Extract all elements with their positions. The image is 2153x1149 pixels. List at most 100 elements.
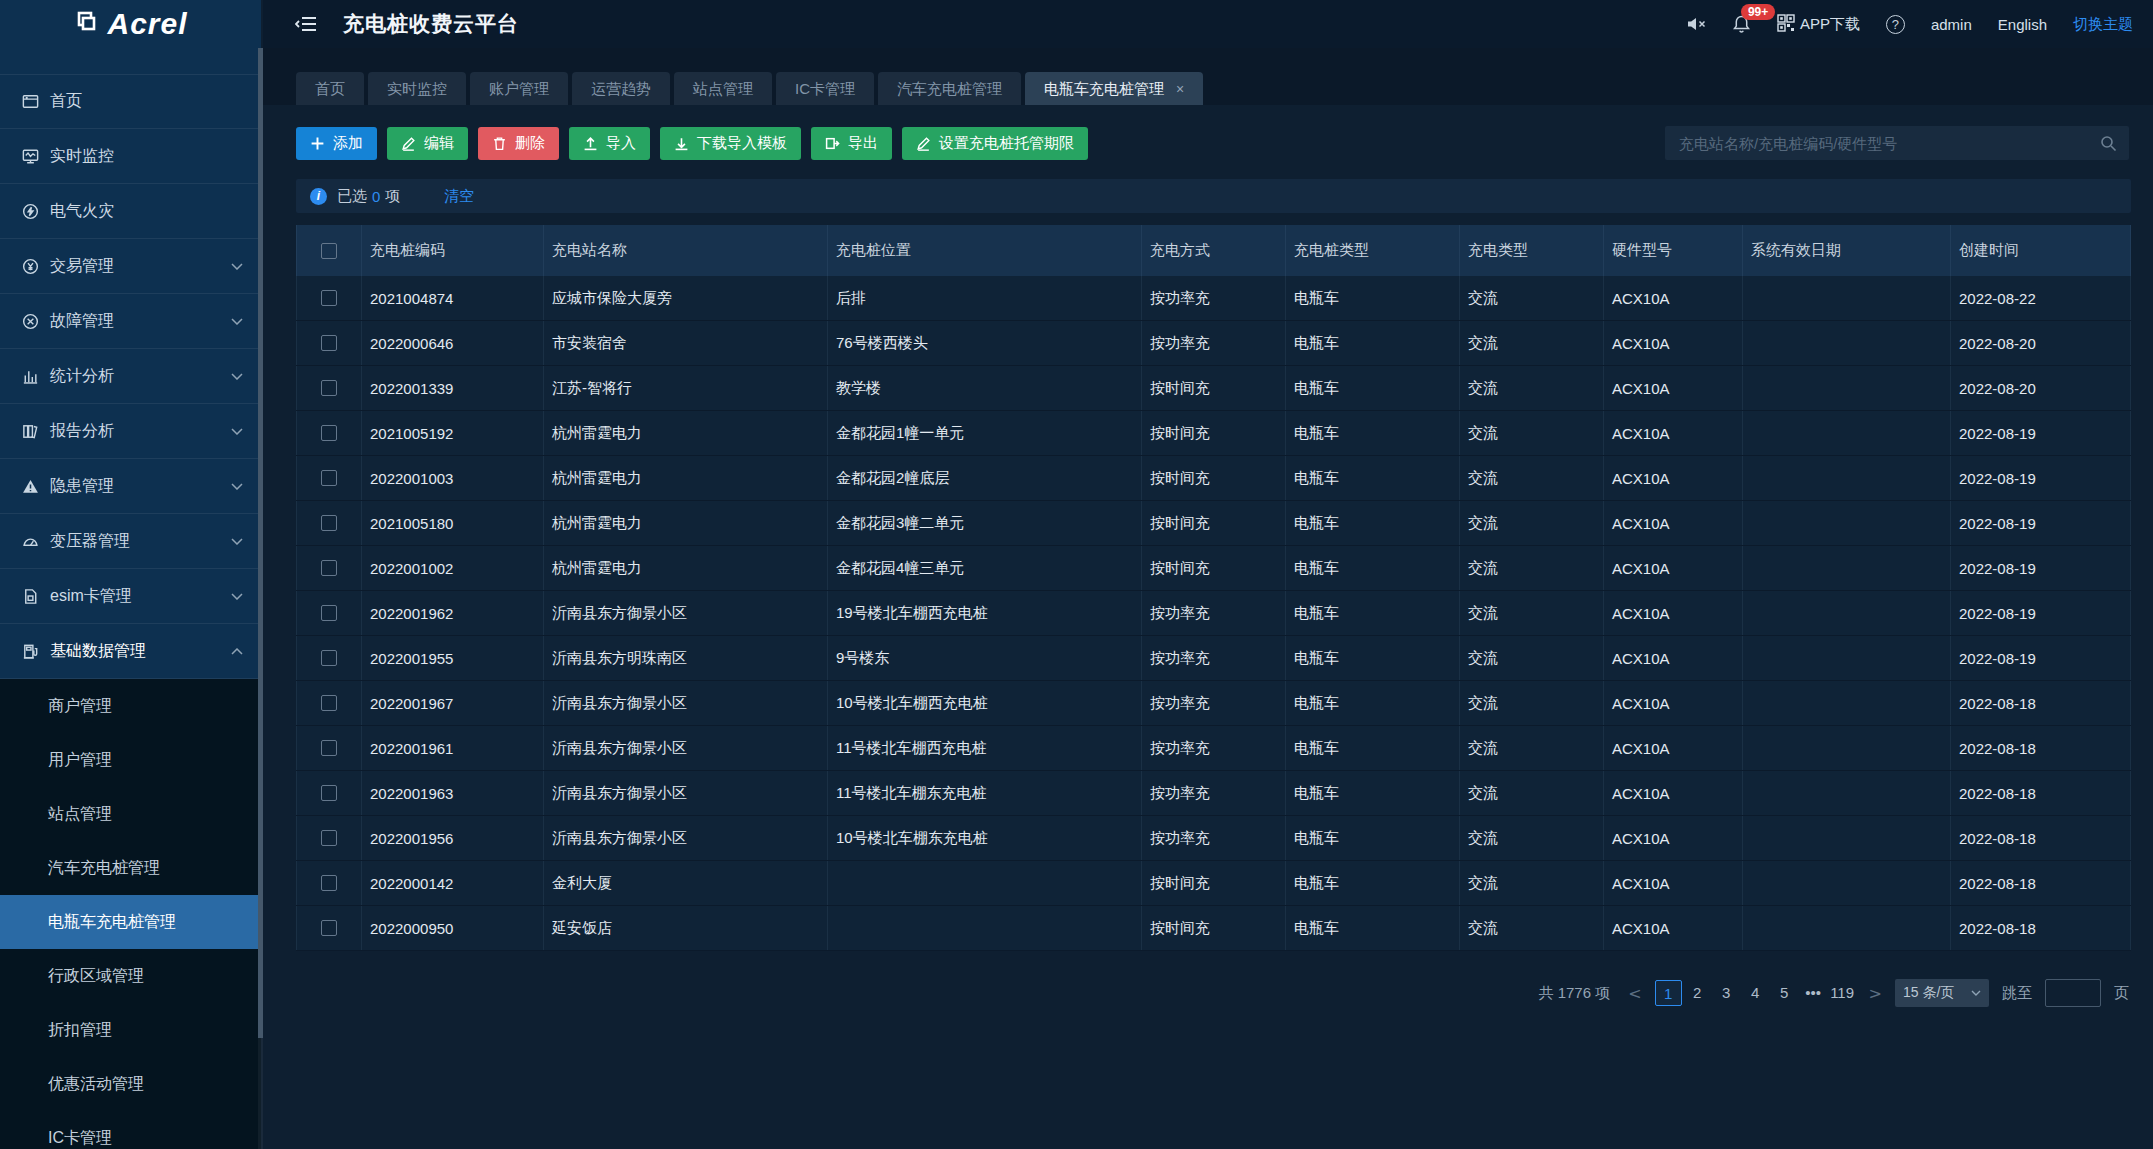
collapse-sidebar-icon[interactable] [295,14,317,34]
table-row[interactable]: 2022000646市安装宿舍76号楼西楼头按功率充电瓶车交流ACX10A202… [296,321,2131,366]
sidebar-menu: 首页 实时监控 电气火灾 交易管理 故障管理 统计分析 报告分析 隐患管理 变压… [0,48,261,1149]
table-row[interactable]: 2021004874应城市保险大厦旁后排按功率充电瓶车交流ACX10A2022-… [296,276,2131,321]
clear-selection-link[interactable]: 清空 [444,187,474,206]
prev-page-icon[interactable]: < [1628,984,1641,1003]
sidebar-subitem[interactable]: 商户管理 [0,679,261,733]
tab[interactable]: 账户管理 [470,72,568,105]
tab[interactable]: 电瓶车充电桩管理× [1025,72,1203,105]
search-input[interactable] [1665,135,2100,152]
language-switch[interactable]: English [1998,16,2047,33]
row-checkbox[interactable] [321,605,337,621]
sidebar-subitem[interactable]: 电瓶车充电桩管理 [0,895,261,949]
row-checkbox[interactable] [321,830,337,846]
page-number[interactable]: 5 [1771,980,1798,1006]
tab[interactable]: 首页 [296,72,364,105]
tab[interactable]: 实时监控 [368,72,466,105]
row-checkbox[interactable] [321,920,337,936]
table-row[interactable]: 2022001967沂南县东方御景小区10号楼北车棚西充电桩按功率充电瓶车交流A… [296,681,2131,726]
sidebar-subitem[interactable]: 行政区域管理 [0,949,261,1003]
table-row[interactable]: 2022001962沂南县东方御景小区19号楼北车棚西充电桩按功率充电瓶车交流A… [296,591,2131,636]
mute-icon[interactable] [1686,15,1706,33]
row-checkbox[interactable] [321,875,337,891]
select-all-checkbox[interactable] [321,243,337,259]
row-checkbox[interactable] [321,560,337,576]
edit-icon [916,136,931,151]
sidebar-subitem[interactable]: IC卡管理 [0,1111,261,1149]
sidebar-item[interactable]: 基础数据管理 [0,624,261,679]
sidebar-item[interactable]: 首页 [0,74,261,129]
sidebar-item[interactable]: 变压器管理 [0,514,261,569]
row-checkbox[interactable] [321,380,337,396]
sidebar-subitem[interactable]: 用户管理 [0,733,261,787]
toolbar-button[interactable]: 删除 [478,127,559,160]
table-cell: 沂南县东方御景小区 [544,726,828,770]
tab[interactable]: 汽车充电桩管理 [878,72,1021,105]
sidebar-item[interactable]: 电气火灾 [0,184,261,239]
sidebar-subitem[interactable]: 汽车充电桩管理 [0,841,261,895]
tab[interactable]: 站点管理 [674,72,772,105]
page-number[interactable]: 1 [1655,980,1682,1006]
electric-fire-icon [20,201,40,221]
sidebar-subitem[interactable]: 站点管理 [0,787,261,841]
table-cell: 后排 [828,276,1142,320]
table-row[interactable]: 2022001963沂南县东方御景小区11号楼北车棚东充电桩按功率充电瓶车交流A… [296,771,2131,816]
row-checkbox[interactable] [321,740,337,756]
next-page-icon[interactable]: > [1869,984,1882,1003]
sidebar-item[interactable]: 交易管理 [0,239,261,294]
app-download[interactable]: APP下载 [1777,14,1860,35]
page-number[interactable]: 4 [1742,980,1769,1006]
tab[interactable]: IC卡管理 [776,72,874,105]
notification-bell-icon[interactable]: 99+ [1732,14,1751,34]
selection-prefix: 已选 [337,187,367,206]
page-number[interactable]: 119 [1829,980,1856,1006]
toolbar-button[interactable]: 下载导入模板 [660,127,801,160]
table-row[interactable]: 2021005180杭州雷霆电力金都花园3幢二单元按时间充电瓶车交流ACX10A… [296,501,2131,546]
tab-close-icon[interactable]: × [1176,81,1184,97]
page-number[interactable]: 3 [1713,980,1740,1006]
sidebar-item[interactable]: 实时监控 [0,129,261,184]
table-row[interactable]: 2022001002杭州雷霆电力金都花园4幢三单元按时间充电瓶车交流ACX10A… [296,546,2131,591]
page-number[interactable]: 2 [1684,980,1711,1006]
table-row[interactable]: 2022001956沂南县东方御景小区10号楼北车棚东充电桩按功率充电瓶车交流A… [296,816,2131,861]
report-icon [20,421,40,441]
toolbar-button[interactable]: 设置充电桩托管期限 [902,127,1088,160]
jump-page-input[interactable] [2045,979,2101,1007]
sidebar-item[interactable]: esim卡管理 [0,569,261,624]
sidebar-item[interactable]: 隐患管理 [0,459,261,514]
table-row[interactable]: 2022001339江苏-智将行教学楼按时间充电瓶车交流ACX10A2022-0… [296,366,2131,411]
column-header: 创建时间 [1951,225,2131,276]
help-icon[interactable]: ? [1886,15,1905,34]
table-row[interactable]: 2022001961沂南县东方御景小区11号楼北车棚西充电桩按功率充电瓶车交流A… [296,726,2131,771]
table-cell: 电瓶车 [1286,771,1460,815]
sidebar-subitem[interactable]: 折扣管理 [0,1003,261,1057]
toolbar-button-label: 导出 [848,134,878,153]
row-checkbox[interactable] [321,290,337,306]
row-checkbox[interactable] [321,650,337,666]
toolbar-button[interactable]: 导出 [811,127,892,160]
row-checkbox[interactable] [321,335,337,351]
table-row[interactable]: 2022000142金利大厦按时间充电瓶车交流ACX10A2022-08-18 [296,861,2131,906]
sidebar-item[interactable]: 统计分析 [0,349,261,404]
row-checkbox[interactable] [321,425,337,441]
table-row[interactable]: 2021005192杭州雷霆电力金都花园1幢一单元按时间充电瓶车交流ACX10A… [296,411,2131,456]
username[interactable]: admin [1931,16,1972,33]
row-checkbox[interactable] [321,785,337,801]
page-ellipsis[interactable]: ••• [1800,980,1827,1006]
table-row[interactable]: 2022001955沂南县东方明珠南区9号楼东按功率充电瓶车交流ACX10A20… [296,636,2131,681]
row-checkbox[interactable] [321,470,337,486]
toolbar-button[interactable]: 编辑 [387,127,468,160]
page-size-select[interactable]: 15 条/页 [1895,979,1989,1007]
sidebar-item[interactable]: 故障管理 [0,294,261,349]
theme-toggle-link[interactable]: 切换主题 [2073,15,2133,34]
tab[interactable]: 运营趋势 [572,72,670,105]
sidebar-subitem[interactable]: 优惠活动管理 [0,1057,261,1111]
sidebar-item[interactable]: 报告分析 [0,404,261,459]
brand-logo[interactable]: Acrel [0,0,261,48]
table-row[interactable]: 2022001003杭州雷霆电力金都花园2幢底层按时间充电瓶车交流ACX10A2… [296,456,2131,501]
toolbar-button[interactable]: 导入 [569,127,650,160]
search-icon[interactable] [2100,135,2117,152]
row-checkbox[interactable] [321,515,337,531]
row-checkbox[interactable] [321,695,337,711]
toolbar-button[interactable]: 添加 [296,127,377,160]
table-row[interactable]: 2022000950延安饭店按时间充电瓶车交流ACX10A2022-08-18 [296,906,2131,951]
